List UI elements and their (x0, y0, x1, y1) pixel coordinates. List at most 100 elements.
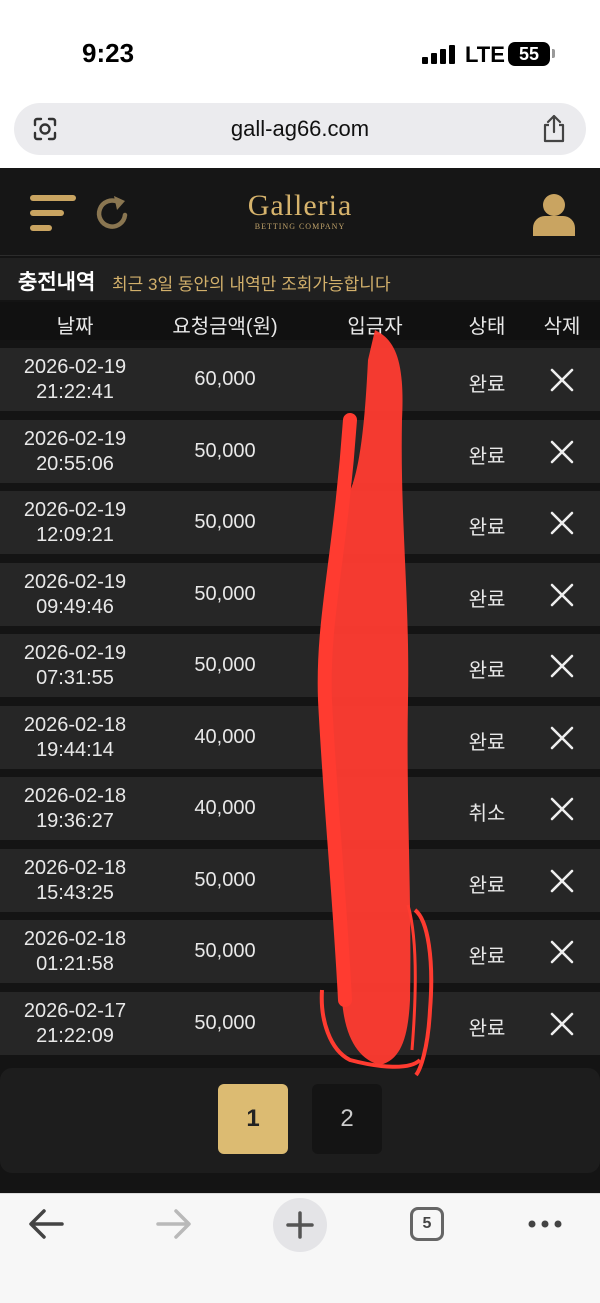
row-status: 완료 (468, 1017, 506, 1040)
delete-icon[interactable] (544, 1009, 580, 1039)
table-row: 2026-02-18 19:36:27 40,000 취소 (0, 777, 600, 840)
row-amount: 50,000 (194, 654, 256, 676)
row-status: 완료 (468, 946, 506, 968)
delete-icon[interactable] (544, 723, 580, 753)
table-row: 2026-02-19 12:09:21 50,000 완료 (0, 491, 600, 554)
row-status: 취소 (468, 803, 506, 825)
table-header: 날짜 요청금액(원) 입금자 상태 삭제 (0, 302, 600, 340)
user-icon[interactable] (532, 192, 576, 236)
delete-icon[interactable] (544, 651, 580, 681)
row-status: 완료 (468, 588, 506, 611)
page-button-1[interactable]: 1 (218, 1084, 288, 1154)
row-amount: 50,000 (194, 511, 256, 533)
row-date: 2026-02-18 (23, 928, 127, 950)
row-date: 2026-02-19 (23, 499, 127, 521)
logo-subtitle: BETTING COMPANY (254, 222, 346, 231)
logo-text: Galleria (247, 189, 353, 222)
row-time: 12:09:21 (36, 524, 114, 546)
site-content: Galleria BETTING COMPANY 충전내역 최근 3일 동안의 … (0, 168, 600, 1193)
page-title: 충전내역 (18, 271, 96, 294)
delete-icon[interactable] (544, 365, 580, 395)
row-date: 2026-02-19 (23, 356, 127, 378)
delete-icon[interactable] (544, 508, 580, 538)
row-date: 2026-02-17 (23, 999, 127, 1022)
row-amount: 50,000 (194, 439, 256, 462)
row-datetime: 2026-02-19 20:55:06 (0, 427, 150, 477)
row-status: 완료 (468, 874, 506, 897)
title-strip: 충전내역 최근 3일 동안의 내역만 조회가능합니다 (0, 258, 600, 300)
new-tab-button[interactable] (273, 1198, 327, 1252)
table-row: 2026-02-18 19:44:14 40,000 완료 (0, 705, 600, 769)
row-status: 완료 (468, 374, 506, 396)
row-time: 09:49:46 (36, 595, 114, 618)
table-row: 2026-02-19 07:31:55 50,000 완료 (0, 634, 600, 697)
battery-tip (552, 49, 555, 58)
column-date: 날짜 (56, 316, 94, 338)
address-bar[interactable]: gall-ag66.com (14, 103, 586, 155)
row-amount: 50,000 (194, 582, 256, 605)
column-delete: 삭제 (543, 316, 581, 338)
row-datetime: 2026-02-18 19:44:14 (0, 713, 150, 763)
page-button-2[interactable]: 2 (312, 1084, 382, 1154)
row-datetime: 2026-02-17 21:22:09 (0, 999, 150, 1049)
table-row: 2026-02-19 20:55:06 50,000 완료 (0, 419, 600, 483)
delete-icon[interactable] (544, 937, 580, 967)
row-amount: 40,000 (194, 725, 256, 748)
row-amount: 40,000 (194, 797, 256, 819)
row-datetime: 2026-02-19 07:31:55 (0, 641, 150, 691)
delete-icon[interactable] (544, 866, 580, 896)
row-datetime: 2026-02-19 12:09:21 (0, 498, 150, 548)
url-text[interactable]: gall-ag66.com (14, 116, 586, 142)
table-row: 2026-02-19 21:22:41 60,000 완료 (0, 348, 600, 411)
delete-icon[interactable] (544, 437, 580, 467)
row-date: 2026-02-19 (23, 642, 127, 664)
row-time: 19:44:14 (36, 738, 114, 761)
row-amount: 50,000 (194, 868, 256, 891)
row-amount: 50,000 (194, 1011, 256, 1034)
table-row: 2026-02-17 21:22:09 50,000 완료 (0, 991, 600, 1055)
pagination: 1 2 (0, 1068, 600, 1173)
row-date: 2026-02-18 (23, 713, 127, 736)
page-notice: 최근 3일 동안의 내역만 조회가능합니다 (112, 275, 391, 294)
table-row: 2026-02-19 09:49:46 50,000 완료 (0, 562, 600, 626)
row-time: 21:22:09 (36, 1024, 114, 1047)
row-time: 21:22:41 (36, 381, 114, 403)
row-date: 2026-02-19 (23, 570, 127, 593)
row-status: 완료 (468, 731, 506, 754)
tabs-button[interactable]: 5 (410, 1207, 444, 1241)
table-row: 2026-02-18 01:21:58 50,000 완료 (0, 920, 600, 983)
row-date: 2026-02-18 (23, 856, 127, 879)
row-datetime: 2026-02-18 19:36:27 (0, 784, 150, 834)
row-time: 20:55:06 (36, 452, 114, 475)
row-date: 2026-02-18 (23, 785, 127, 807)
refresh-icon[interactable] (94, 193, 132, 233)
logo[interactable]: Galleria BETTING COMPANY (230, 190, 370, 232)
share-icon[interactable] (540, 114, 568, 144)
row-time: 07:31:55 (36, 667, 114, 689)
column-status: 상태 (468, 316, 506, 338)
column-amount: 요청금액(원) (172, 316, 278, 338)
site-header: Galleria BETTING COMPANY (0, 168, 600, 256)
back-icon[interactable] (20, 1202, 74, 1246)
row-datetime: 2026-02-19 21:22:41 (0, 355, 150, 405)
row-status: 완료 (468, 517, 506, 539)
menu-icon[interactable] (30, 195, 76, 233)
row-status: 완료 (468, 660, 506, 682)
more-icon[interactable] (518, 1202, 572, 1246)
row-amount: 60,000 (194, 368, 256, 390)
row-datetime: 2026-02-18 01:21:58 (0, 927, 150, 977)
delete-icon[interactable] (544, 794, 580, 824)
row-datetime: 2026-02-19 09:49:46 (0, 570, 150, 620)
row-status: 완료 (468, 445, 506, 468)
row-date: 2026-02-19 (23, 427, 127, 450)
column-depositor: 입금자 (347, 316, 403, 338)
battery-icon: 55 (508, 42, 550, 66)
browser-toolbar: 5 (0, 1193, 600, 1303)
delete-icon[interactable] (544, 580, 580, 610)
plus-icon (286, 1211, 314, 1239)
row-time: 19:36:27 (36, 810, 114, 832)
forward-icon[interactable] (146, 1202, 200, 1246)
row-amount: 50,000 (194, 940, 256, 962)
row-time: 15:43:25 (36, 881, 114, 904)
signal-icon (422, 44, 456, 64)
